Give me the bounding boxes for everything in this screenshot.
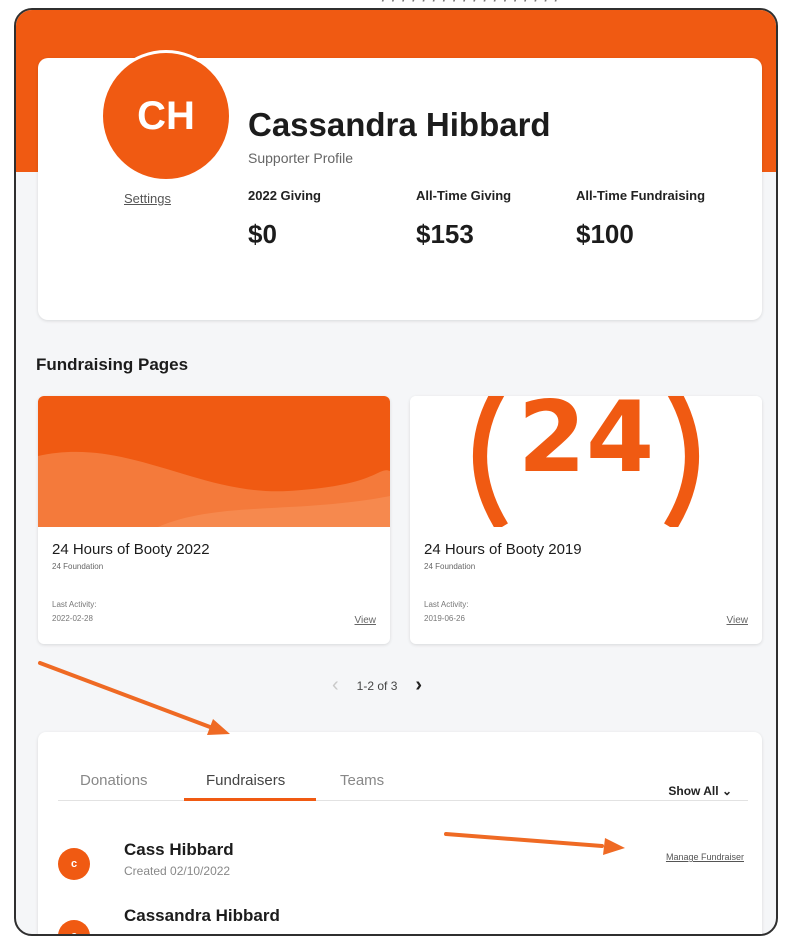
active-tab-indicator bbox=[184, 798, 316, 801]
previous-page-icon[interactable]: ‹ bbox=[332, 674, 339, 697]
activity-card: Donations Fundraisers Teams Show All ⌄ c… bbox=[38, 732, 762, 934]
stat-all-time-giving: All-Time Giving $153 bbox=[416, 188, 511, 250]
card-logo-image: 24 bbox=[410, 396, 762, 527]
avatar: c bbox=[58, 920, 90, 934]
app-frame: CH Cassandra Hibbard Supporter Profile S… bbox=[14, 8, 778, 936]
card-banner-image bbox=[38, 396, 390, 527]
tab-fundraisers[interactable]: Fundraisers bbox=[206, 772, 285, 789]
fundraiser-created-date: Created 02/10/2022 bbox=[124, 864, 231, 878]
pagination-label: 1-2 of 3 bbox=[356, 678, 398, 693]
stat-label: All-Time Fundraising bbox=[576, 188, 706, 203]
list-item: c Cass Hibbard Created 02/10/2022 Manage… bbox=[58, 840, 748, 900]
next-page-icon[interactable]: › bbox=[415, 674, 422, 697]
card-activity-date: 2019-06-26 bbox=[424, 614, 465, 623]
card-view-link[interactable]: View bbox=[355, 615, 377, 626]
fundraising-page-card[interactable]: 24 24 Hours of Booty 2019 24 Foundation … bbox=[410, 396, 762, 644]
profile-card: CH Cassandra Hibbard Supporter Profile S… bbox=[38, 50, 762, 320]
list-item: c Cassandra Hibbard bbox=[58, 906, 748, 934]
profile-name: Cassandra Hibbard bbox=[248, 106, 551, 143]
settings-link[interactable]: Settings bbox=[124, 191, 171, 206]
card-activity-date: 2022-02-28 bbox=[52, 614, 93, 623]
pagination: ‹ 1-2 of 3 › bbox=[332, 674, 422, 697]
show-all-label: Show All bbox=[668, 784, 719, 798]
chevron-down-icon: ⌄ bbox=[721, 784, 732, 798]
card-view-link[interactable]: View bbox=[727, 615, 749, 626]
profile-subtitle: Supporter Profile bbox=[248, 150, 354, 166]
card-title: 24 Hours of Booty 2019 bbox=[424, 541, 582, 558]
manage-fundraiser-link[interactable]: Manage Fundraiser bbox=[666, 852, 744, 862]
tab-donations[interactable]: Donations bbox=[80, 772, 148, 789]
card-activity-label: Last Activity: bbox=[424, 600, 469, 609]
stat-label: 2022 Giving bbox=[248, 188, 321, 203]
card-organization: 24 Foundation bbox=[424, 562, 476, 571]
show-all-dropdown[interactable]: Show All ⌄ bbox=[668, 784, 732, 798]
card-organization: 24 Foundation bbox=[52, 562, 104, 571]
stat-value: $100 bbox=[576, 219, 634, 249]
fundraiser-name: Cassandra Hibbard bbox=[124, 906, 280, 925]
stat-all-time-fundraising: All-Time Fundraising $100 bbox=[576, 188, 705, 250]
stat-value: $153 bbox=[416, 219, 474, 249]
avatar: CH bbox=[100, 50, 232, 182]
tab-teams[interactable]: Teams bbox=[340, 772, 384, 789]
section-title-fundraising-pages: Fundraising Pages bbox=[36, 355, 189, 374]
stat-value: $0 bbox=[248, 219, 277, 249]
card-activity-label: Last Activity: bbox=[52, 600, 97, 609]
fundraising-page-card[interactable]: 24 Hours of Booty 2022 24 Foundation Las… bbox=[38, 396, 390, 644]
logo-text: 24 bbox=[518, 396, 654, 495]
activity-tabs: Donations Fundraisers Teams Show All ⌄ bbox=[58, 772, 748, 801]
fundraiser-name: Cass Hibbard bbox=[124, 840, 234, 859]
card-title: 24 Hours of Booty 2022 bbox=[52, 541, 210, 558]
stat-label: All-Time Giving bbox=[416, 188, 512, 203]
avatar: c bbox=[58, 848, 90, 880]
stat-2022-giving: 2022 Giving $0 bbox=[248, 188, 321, 250]
